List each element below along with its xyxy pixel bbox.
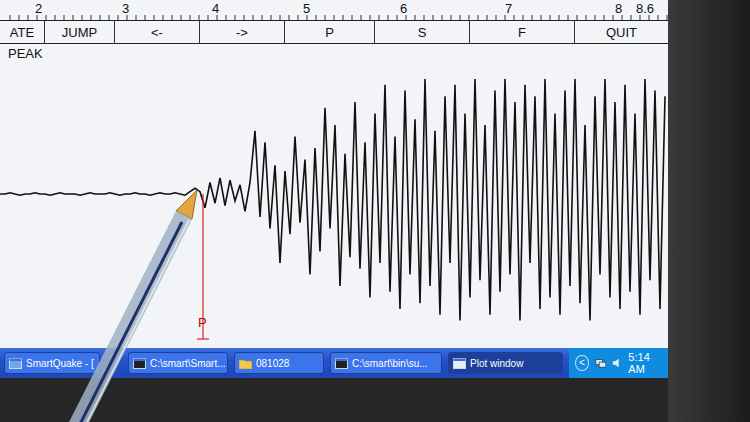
- toolbar-button[interactable]: JUMP: [45, 21, 115, 43]
- window-icon: [453, 358, 466, 369]
- waveform-chart: [0, 66, 668, 341]
- ruler-tick: 8: [615, 1, 622, 17]
- taskbar-item-label: Plot window: [470, 358, 523, 369]
- ruler-tick: 5: [303, 1, 310, 17]
- pick-label: P: [198, 316, 207, 330]
- monitor-bezel: [668, 0, 750, 422]
- taskbar-item[interactable]: C:\smart\Smart...: [128, 352, 228, 374]
- pen: [0, 0, 750, 422]
- network-icon[interactable]: [595, 357, 607, 369]
- taskbar-item-label: C:\smart\bin\su...: [352, 358, 428, 369]
- taskbar-item[interactable]: 081028: [234, 352, 324, 374]
- folder-icon: [239, 358, 252, 369]
- toolbar-button[interactable]: QUIT: [575, 21, 668, 43]
- ruler-tick: 4: [212, 1, 219, 17]
- window-icon: [133, 358, 146, 369]
- tray-expand-button[interactable]: <: [575, 355, 589, 371]
- taskbar-item-label: SmartQuake - [: [26, 358, 94, 369]
- pick-marker[interactable]: [197, 194, 209, 339]
- taskbar-item-label: 081028: [256, 358, 289, 369]
- toolbar-button[interactable]: S: [375, 21, 470, 43]
- toolbar-button[interactable]: F: [470, 21, 575, 43]
- ruler-ticks: [0, 0, 668, 20]
- toolbar-button[interactable]: ATE: [0, 21, 45, 43]
- toolbar: ATEJUMP<-->PSFQUIT: [0, 21, 668, 44]
- taskbar-item[interactable]: SmartQuake - [: [4, 352, 100, 374]
- ruler-tick: 2: [35, 1, 42, 17]
- taskbar-item-label: C:\smart\Smart...: [150, 358, 226, 369]
- mode-label: PEAK: [0, 44, 668, 66]
- window-icon: [335, 358, 348, 369]
- taskbar: SmartQuake - [ C:\smart\Smart... 081028 C:\…: [0, 348, 668, 378]
- volume-icon[interactable]: [612, 357, 622, 369]
- ruler-tick: 8.6: [636, 1, 654, 17]
- clock: 5:14 AM: [628, 351, 662, 375]
- plot-application: 23456788.6 ATEJUMP<-->PSFQUIT PEAK P Sma…: [0, 0, 668, 378]
- ruler-tick: 3: [122, 1, 129, 17]
- ruler-tick: 6: [400, 1, 407, 17]
- toolbar-button[interactable]: P: [285, 21, 375, 43]
- seismogram-plot[interactable]: P: [0, 66, 668, 348]
- time-ruler: 2 3 4 5 6 7 8 8.6: [0, 0, 668, 21]
- window-icon: [9, 358, 22, 369]
- taskbar-item[interactable]: Plot window: [448, 352, 563, 374]
- waveform-line: [0, 79, 665, 321]
- system-tray: <5:14 AM: [569, 348, 668, 378]
- toolbar-button[interactable]: ->: [200, 21, 285, 43]
- taskbar-item[interactable]: C:\smart\bin\su...: [330, 352, 442, 374]
- toolbar-button[interactable]: <-: [115, 21, 200, 43]
- ruler-tick: 7: [505, 1, 512, 17]
